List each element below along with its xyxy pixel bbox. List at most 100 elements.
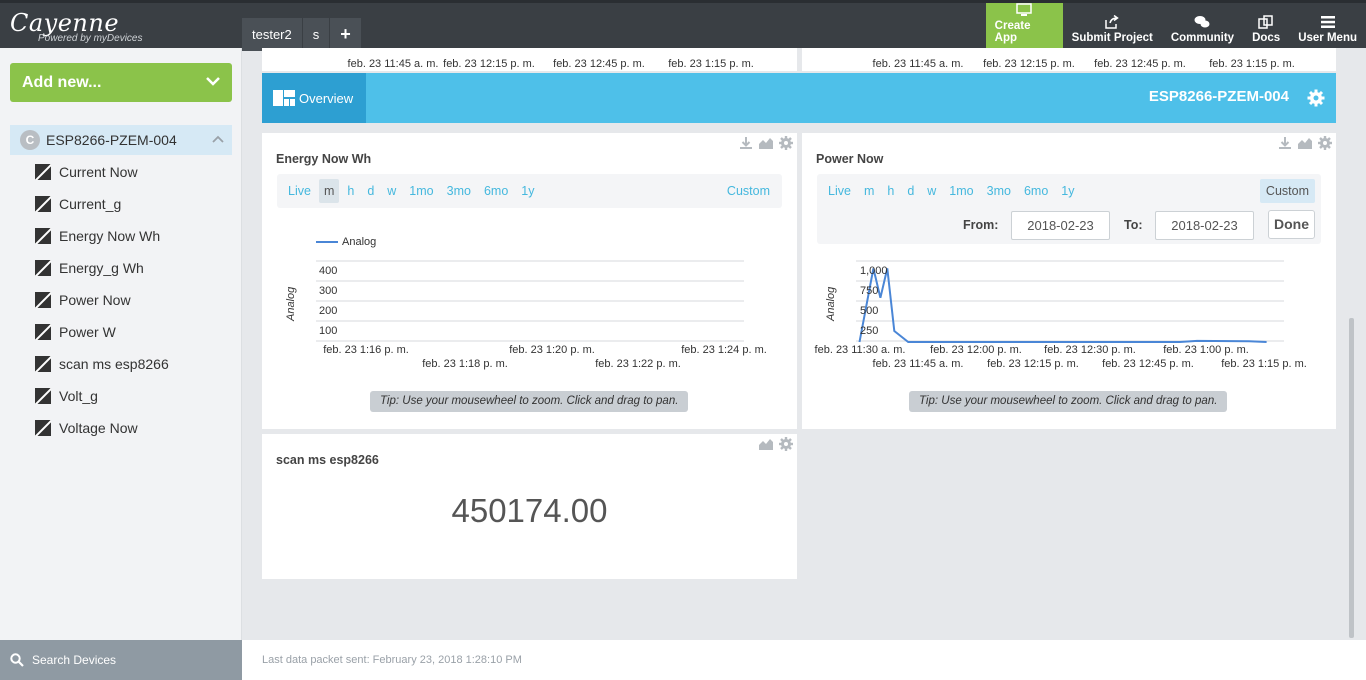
- sidebar-widget-voltage-now[interactable]: Voltage Now: [35, 418, 138, 438]
- create-app-label: Create App: [994, 20, 1031, 44]
- cayenne-logo[interactable]: Cayenne Powered by myDevices: [10, 11, 142, 44]
- x-tick-label: feb. 23 12:00 p. m.: [930, 344, 1022, 356]
- scrollbar[interactable]: [1349, 318, 1354, 638]
- x-tick-label: feb. 23 11:45 a. m.: [872, 58, 964, 70]
- search-icon: [10, 653, 24, 667]
- widget-icon: [35, 292, 51, 308]
- sidebar-widget-power-now[interactable]: Power Now: [35, 290, 131, 310]
- community-button[interactable]: Community: [1162, 3, 1243, 48]
- x-tick-label: feb. 23 1:18 p. m.: [422, 358, 508, 370]
- widget-label: Voltage Now: [59, 420, 138, 436]
- y-tick-label: 400: [319, 265, 338, 277]
- cayenne-device-icon: C: [20, 130, 40, 150]
- y-axis-label: Analog: [285, 286, 297, 321]
- y-tick-label: 750: [860, 285, 879, 297]
- y-axis-label: Analog: [825, 286, 837, 321]
- power-chart-svg[interactable]: [802, 133, 1336, 429]
- top-bar: Cayenne Powered by myDevices tester2 s +…: [0, 0, 1366, 51]
- power-now-card: Power Now Live m h d w 1mo 3mo 6mo 1y Cu…: [802, 133, 1336, 429]
- widget-label: Current Now: [59, 164, 138, 180]
- x-tick-label: feb. 23 12:15 p. m.: [987, 358, 1079, 370]
- search-devices[interactable]: Search Devices: [0, 640, 242, 680]
- widget-icon: [35, 420, 51, 436]
- x-tick-label: feb. 23 12:45 p. m.: [1102, 358, 1194, 370]
- y-tick-label: 1,000: [860, 265, 888, 277]
- widget-label: scan ms esp8266: [59, 356, 169, 372]
- add-project-button[interactable]: +: [330, 18, 361, 51]
- cutoff-chart-right: feb. 23 11:45 a. m. feb. 23 12:15 p. m. …: [802, 48, 1336, 71]
- cutoff-chart-left: feb. 23 11:45 a. m. feb. 23 12:15 p. m. …: [262, 48, 797, 71]
- device-name: ESP8266-PZEM-004: [46, 132, 177, 148]
- widget-label: Power Now: [59, 292, 131, 308]
- card-tools: [758, 437, 793, 451]
- submit-project-label: Submit Project: [1071, 32, 1153, 44]
- gear-icon[interactable]: [779, 437, 793, 451]
- top-nav: Create App Submit Project Community Docs…: [985, 3, 1366, 48]
- widget-label: Energy_g Wh: [59, 260, 144, 276]
- overview-label: Overview: [299, 90, 354, 106]
- scan-ms-card: scan ms esp8266 450174.00: [262, 434, 797, 579]
- scan-value: 450174.00: [451, 492, 608, 529]
- add-new-button[interactable]: Add new...: [10, 63, 232, 102]
- x-tick-label: feb. 23 1:15 p. m.: [1209, 58, 1295, 70]
- device-overview-banner: Overview ESP8266-PZEM-004: [262, 73, 1336, 123]
- x-tick-label: feb. 23 1:22 p. m.: [595, 358, 681, 370]
- x-tick-label: feb. 23 12:15 p. m.: [983, 58, 1075, 70]
- x-tick-label: feb. 23 1:20 p. m.: [509, 344, 595, 356]
- zoom-tip: Tip: Use your mousewheel to zoom. Click …: [370, 391, 689, 412]
- sidebar-widget-current-now[interactable]: Current Now: [35, 162, 138, 182]
- share-icon: [1105, 15, 1120, 29]
- y-tick-label: 500: [860, 305, 879, 317]
- sidebar-widget-volt-g[interactable]: Volt_g: [35, 386, 98, 406]
- x-tick-label: feb. 23 12:15 p. m.: [443, 58, 535, 70]
- sidebar-widget-power-w[interactable]: Power W: [35, 322, 116, 342]
- sidebar-widget-current-g[interactable]: Current_g: [35, 194, 121, 214]
- device-header[interactable]: C ESP8266-PZEM-004: [10, 125, 232, 155]
- widget-icon: [35, 164, 51, 180]
- docs-button[interactable]: Docs: [1243, 3, 1289, 48]
- widget-icon: [35, 196, 51, 212]
- brand-tagline: Powered by myDevices: [38, 33, 143, 44]
- create-app-button[interactable]: Create App: [985, 3, 1063, 48]
- gear-icon[interactable]: [1307, 89, 1325, 107]
- docs-label: Docs: [1252, 32, 1281, 44]
- user-menu-button[interactable]: User Menu: [1289, 3, 1366, 48]
- legend-label: Analog: [342, 236, 377, 248]
- create-app-icon: [1016, 3, 1032, 16]
- x-tick-label: feb. 23 1:15 p. m.: [1221, 358, 1307, 370]
- docs-icon: [1258, 15, 1273, 29]
- sidebar: Add new... C ESP8266-PZEM-004 Current No…: [0, 48, 242, 640]
- chevron-down-icon: [206, 77, 220, 86]
- chevron-up-icon[interactable]: [212, 135, 224, 143]
- sidebar-widget-scan-ms[interactable]: scan ms esp8266: [35, 354, 169, 374]
- zoom-tip: Tip: Use your mousewheel to zoom. Click …: [909, 391, 1228, 412]
- x-tick-label: feb. 23 1:16 p. m.: [323, 344, 409, 356]
- y-tick-label: 200: [319, 305, 338, 317]
- widget-label: Energy Now Wh: [59, 228, 161, 244]
- sidebar-widget-energy-g-wh[interactable]: Energy_g Wh: [35, 258, 144, 278]
- project-tab-tester2[interactable]: tester2: [242, 18, 302, 51]
- x-tick-label: feb. 23 1:24 p. m.: [681, 344, 767, 356]
- series-line-analog: [858, 268, 1267, 343]
- chart-icon[interactable]: [758, 437, 774, 451]
- energy-now-card: Energy Now Wh Live m h d w 1mo 3mo 6mo 1…: [262, 133, 797, 429]
- overview-tab[interactable]: Overview: [262, 73, 366, 123]
- x-tick-label: feb. 23 12:30 p. m.: [1044, 344, 1136, 356]
- y-tick-label: 300: [319, 285, 338, 297]
- community-label: Community: [1170, 32, 1235, 44]
- widget-icon: [35, 324, 51, 340]
- submit-project-button[interactable]: Submit Project: [1063, 3, 1162, 48]
- widget-label: Current_g: [59, 196, 122, 212]
- user-menu-label: User Menu: [1298, 32, 1357, 44]
- energy-chart-svg[interactable]: [262, 133, 797, 429]
- project-tabs: tester2 s +: [242, 18, 362, 51]
- project-tab-s[interactable]: s: [302, 18, 330, 51]
- x-tick-label: feb. 23 1:00 p. m.: [1163, 344, 1249, 356]
- y-tick-label: 250: [860, 325, 879, 337]
- widget-label: Power W: [59, 324, 116, 340]
- brand-name: Cayenne: [10, 9, 120, 37]
- x-tick-label: feb. 23 11:45 a. m.: [347, 58, 439, 70]
- sidebar-widget-energy-now-wh[interactable]: Energy Now Wh: [35, 226, 160, 246]
- banner-device-name: ESP8266-PZEM-004: [1148, 88, 1289, 105]
- x-tick-label: feb. 23 11:45 a. m.: [872, 358, 964, 370]
